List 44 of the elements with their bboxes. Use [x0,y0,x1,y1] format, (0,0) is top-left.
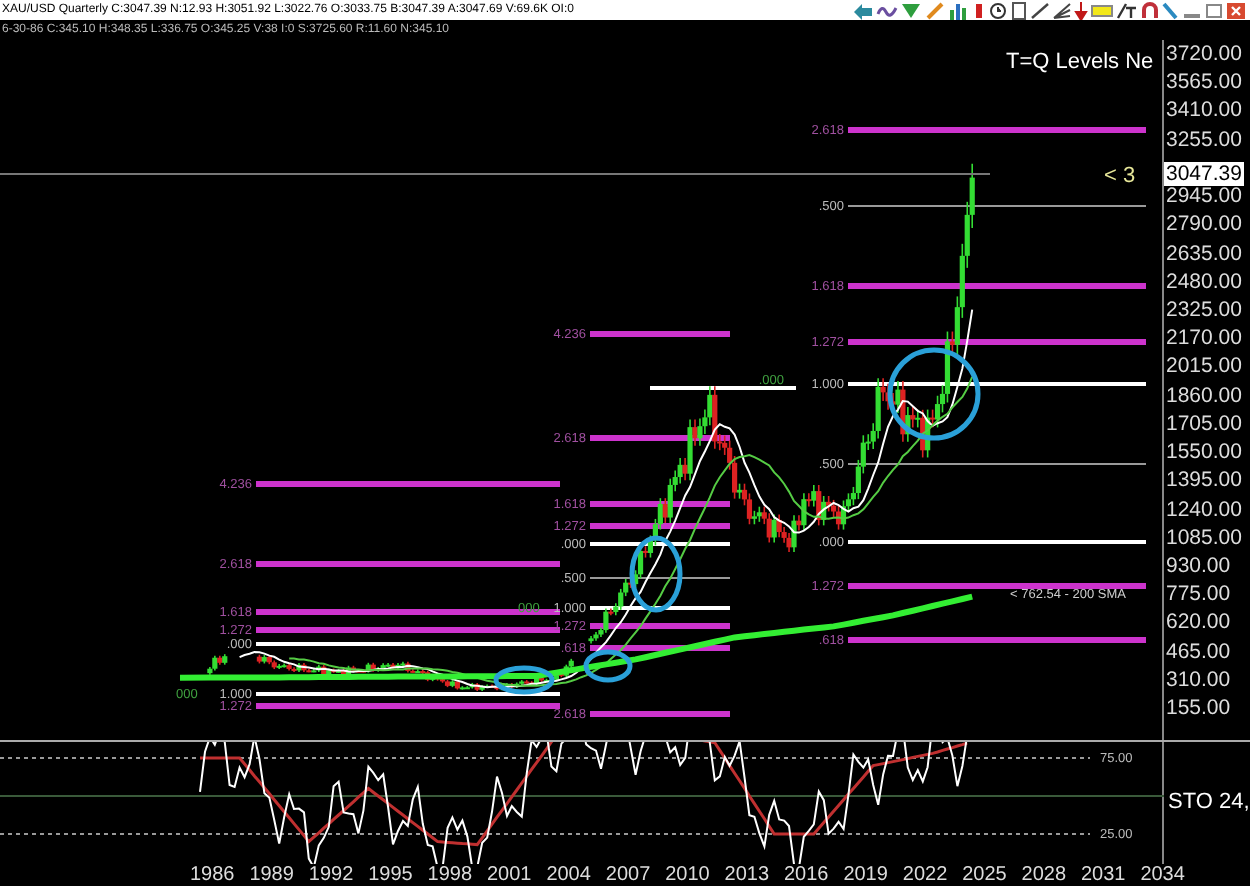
price-axis-label: 2635.00 [1166,241,1242,266]
time-axis-label: 2034 [1140,864,1185,886]
price-axis-label: 1395.00 [1166,468,1242,493]
price-axis-label: 1550.00 [1166,440,1242,465]
time-axis-label: 1989 [249,864,294,886]
price-axis-label: 1705.00 [1166,411,1242,436]
chart-title: T=Q Levels Ne [1006,50,1154,74]
price-axis-label: 1085.00 [1166,525,1242,550]
time-axis-label: 2016 [784,864,829,886]
price-tag: < 3 [1104,164,1136,188]
oscillator-label: STO 24, [1166,788,1250,819]
price-axis-label: 3720.00 [1166,42,1242,66]
price-axis-label: 2480.00 [1166,269,1242,294]
time-axis-label: 2001 [487,864,532,886]
price-axis-label: 3255.00 [1166,127,1242,152]
time-axis-label: 1995 [368,864,413,886]
time-axis-label: 1992 [308,864,354,886]
price-axis-label: 1240.00 [1166,497,1242,522]
time-axis-label: 2013 [724,864,770,886]
time-axis-label: 1998 [427,864,473,886]
time-axis-label: 2025 [962,864,1007,886]
price-axis-label: 3410.00 [1166,98,1242,123]
price-axis-label: 155.00 [1166,696,1231,721]
price-axis-label: 465.00 [1166,639,1231,664]
time-axis-label: 2010 [665,864,710,886]
price-axis-label: 3565.00 [1166,70,1242,95]
time-axis-label: 2019 [843,864,888,886]
price-axis-label: 2945.00 [1166,184,1242,209]
time-axis-label: 2028 [1021,864,1067,886]
price-axis-label: 2790.00 [1166,212,1242,237]
price-axis-label: 775.00 [1166,582,1231,607]
price-axis-label: 620.00 [1166,610,1231,635]
price-axis-label: 2015.00 [1166,354,1242,379]
time-axis-label: 2004 [546,864,591,886]
time-axis-label: 2031 [1081,864,1126,886]
time-axis-label: 1986 [190,864,235,886]
price-axis-label: 310.00 [1166,667,1231,692]
price-axis-label: 930.00 [1166,553,1231,578]
price-axis-label: 1860.00 [1166,383,1242,408]
price-axis-label: 2325.00 [1166,297,1242,322]
time-axis-label: 2022 [902,864,948,886]
last-price-label: 3047.39 [1164,162,1244,186]
price-axis-label: 2170.00 [1166,326,1242,351]
time-axis-label: 2007 [605,864,651,886]
